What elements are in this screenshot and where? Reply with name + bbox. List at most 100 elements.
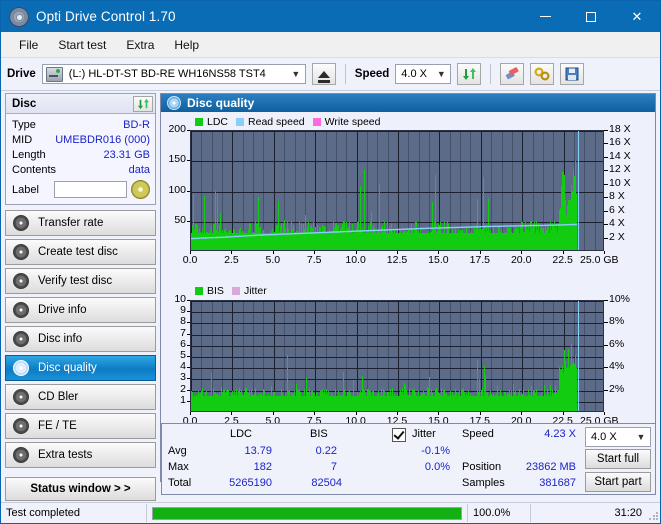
stats-col-bis: BIS xyxy=(310,428,328,440)
x-axis-tick: 20.0 xyxy=(510,254,532,266)
y-axis-tick: 200 xyxy=(168,123,186,135)
maximize-button[interactable] xyxy=(568,1,614,32)
cursor-line xyxy=(577,131,579,250)
x-tick-mark xyxy=(563,251,564,254)
erase-button[interactable] xyxy=(500,63,525,85)
elapsed-time: 31:20 xyxy=(614,507,642,519)
sidebar-item-label: CD Bler xyxy=(38,391,79,403)
refresh-button[interactable] xyxy=(457,63,482,85)
stats-col-ldc: LDC xyxy=(230,428,253,440)
menu-item-start-test[interactable]: Start test xyxy=(49,35,115,55)
minimize-button[interactable] xyxy=(522,1,568,32)
transfer-rate-icon xyxy=(13,215,29,231)
y2-tick-mark xyxy=(604,322,608,323)
chevron-down-icon: ▼ xyxy=(636,432,646,442)
legend-label: Read speed xyxy=(248,116,305,128)
disc-panel-header: Disc xyxy=(6,94,155,114)
sidebar-item-cd-bler[interactable]: CD Bler xyxy=(5,384,156,410)
y-tick-mark xyxy=(187,300,190,301)
x-tick-mark xyxy=(397,251,398,254)
stats-position-value: 23862 MB xyxy=(525,461,576,473)
disc-fields: Type BD-R MID UMEBDR016 (000) Length 23.… xyxy=(6,114,155,204)
y-tick-mark xyxy=(187,334,190,335)
disc-info-panel: Disc Type BD-R MID UMEBDR016 (000) Lengt… xyxy=(5,93,156,205)
sidebar-item-extra-tests[interactable]: Extra tests xyxy=(5,442,156,468)
sidebar-item-verify-test-disc[interactable]: Verify test disc xyxy=(5,268,156,294)
y2-axis-tick: 12 X xyxy=(609,163,631,176)
speed-select[interactable]: 4.0 X ▼ xyxy=(395,64,452,84)
start-part-button[interactable]: Start part xyxy=(585,472,651,492)
bis-chart[interactable]: BIS Jitter 1 2 3 4 5 6 7 8 9 10 2% 4% 6% 8% 10% 0.0 2.5 5.0… xyxy=(161,282,655,457)
sidebar-item-create-test-disc[interactable]: Create test disc xyxy=(5,239,156,265)
legend-label: BIS xyxy=(207,285,224,297)
plot-area[interactable] xyxy=(190,130,604,251)
jitter-label: Jitter xyxy=(412,428,436,440)
legend-swatch xyxy=(231,287,240,295)
maximize-icon xyxy=(586,11,596,22)
disc-label-row: Label xyxy=(12,180,150,199)
ldc-chart[interactable]: LDC Read speed Write speed 50 100 150 200 2 X4 … xyxy=(161,112,655,282)
speed-label: Speed xyxy=(354,68,390,80)
x-tick-mark xyxy=(273,412,274,415)
disc-type-value: BD-R xyxy=(123,118,150,131)
menu-item-file[interactable]: File xyxy=(10,35,47,55)
y-tick-mark xyxy=(187,160,190,161)
y2-tick-mark xyxy=(604,300,608,301)
close-icon: ✕ xyxy=(631,8,643,24)
window-title: Opti Drive Control 1.70 xyxy=(36,9,176,24)
status-window-button[interactable]: Status window > > xyxy=(5,477,156,501)
sidebar-item-disc-info[interactable]: Disc info xyxy=(5,326,156,352)
sidebar-item-disc-quality[interactable]: Disc quality xyxy=(5,355,156,381)
x-tick-mark xyxy=(438,412,439,415)
sidebar-item-transfer-rate[interactable]: Transfer rate xyxy=(5,210,156,236)
x-axis-tick: 25.0 GB xyxy=(580,254,619,266)
disc-type-label: Type xyxy=(12,118,36,131)
legend-swatch xyxy=(236,118,245,126)
y-axis-tick: 50 xyxy=(174,213,186,226)
menu-item-help[interactable]: Help xyxy=(165,35,208,55)
title-bar: Opti Drive Control 1.70 ✕ xyxy=(1,1,660,32)
disc-label-input[interactable] xyxy=(54,181,127,198)
x-axis-tick: 5.0 xyxy=(265,254,281,266)
disc-contents-value: data xyxy=(128,163,150,176)
y-axis-tick: 100 xyxy=(168,183,186,196)
stats-panel: LDC BIS Avg Max Total 13.79 182 5265190 … xyxy=(161,423,656,495)
y2-axis-tick: 2% xyxy=(609,382,625,395)
eraser-icon xyxy=(506,67,519,80)
sidebar-item-fe-te[interactable]: FE / TE xyxy=(5,413,156,439)
disc-panel-title: Disc xyxy=(12,97,37,110)
baseline-band xyxy=(191,395,577,411)
test-speed-select[interactable]: 4.0 X ▼ xyxy=(585,427,651,447)
jitter-checkbox[interactable] xyxy=(392,428,406,445)
plot-area[interactable] xyxy=(190,300,604,412)
save-button[interactable] xyxy=(560,63,585,85)
sidebar-item-drive-info[interactable]: Drive info xyxy=(5,297,156,323)
tools-button[interactable] xyxy=(530,63,555,85)
stats-samples-label: Samples xyxy=(462,477,505,489)
y-tick-mark xyxy=(187,191,190,192)
extra-tests-icon xyxy=(13,447,29,463)
drive-select[interactable]: (L:) HL-DT-ST BD-RE WH16NS58 TST4 ▼ xyxy=(41,64,306,84)
eject-button[interactable] xyxy=(311,63,336,85)
y-axis-tick: 2 xyxy=(180,382,186,395)
menu-item-extra[interactable]: Extra xyxy=(117,35,163,55)
chart-legend: LDC Read speed Write speed xyxy=(195,116,385,128)
disc-mid-value: UMEBDR016 (000) xyxy=(55,133,150,146)
disc-refresh-button[interactable] xyxy=(133,95,153,112)
y-tick-mark xyxy=(187,345,190,346)
y2-axis-tick: 10 X xyxy=(609,176,631,189)
disc-icon[interactable] xyxy=(131,180,150,199)
start-full-button[interactable]: Start full xyxy=(585,449,651,469)
x-axis-tick: 10.0 xyxy=(345,254,366,266)
progress-fill xyxy=(153,507,461,519)
stats-ldc-total: 5265190 xyxy=(229,477,272,489)
disc-row-mid: MID UMEBDR016 (000) xyxy=(12,132,150,147)
tools-icon xyxy=(534,67,550,81)
panel-title: Disc quality xyxy=(187,96,255,110)
refresh-icon xyxy=(462,68,476,80)
legend-label: Jitter xyxy=(243,285,267,297)
chart-legend: BIS Jitter xyxy=(195,285,271,297)
x-axis-tick: 17.5 xyxy=(469,254,491,266)
resize-grip-icon[interactable] xyxy=(648,511,658,521)
close-button[interactable]: ✕ xyxy=(614,1,660,32)
